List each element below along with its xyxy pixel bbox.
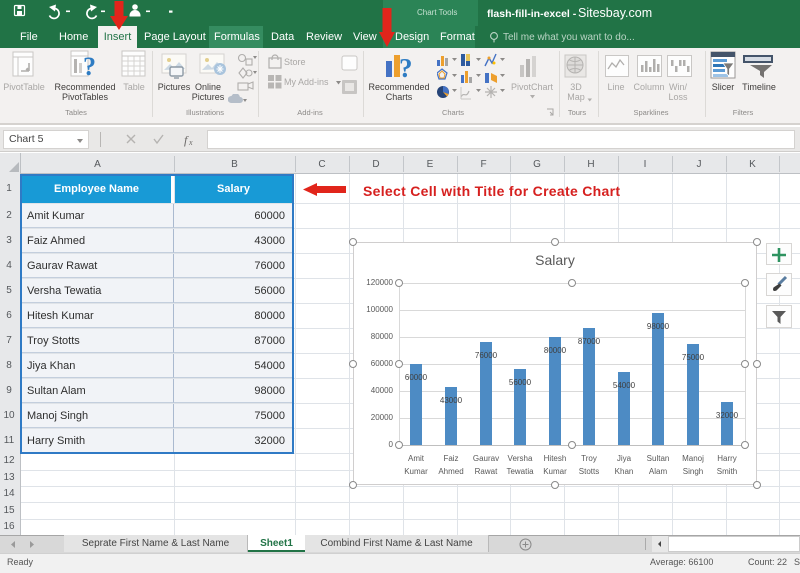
svg-text:Tell me what you want to do...: Tell me what you want to do... (503, 32, 635, 43)
svg-text:?: ? (83, 52, 96, 79)
svg-text:?: ? (399, 53, 413, 81)
svg-text:x: x (188, 138, 193, 147)
